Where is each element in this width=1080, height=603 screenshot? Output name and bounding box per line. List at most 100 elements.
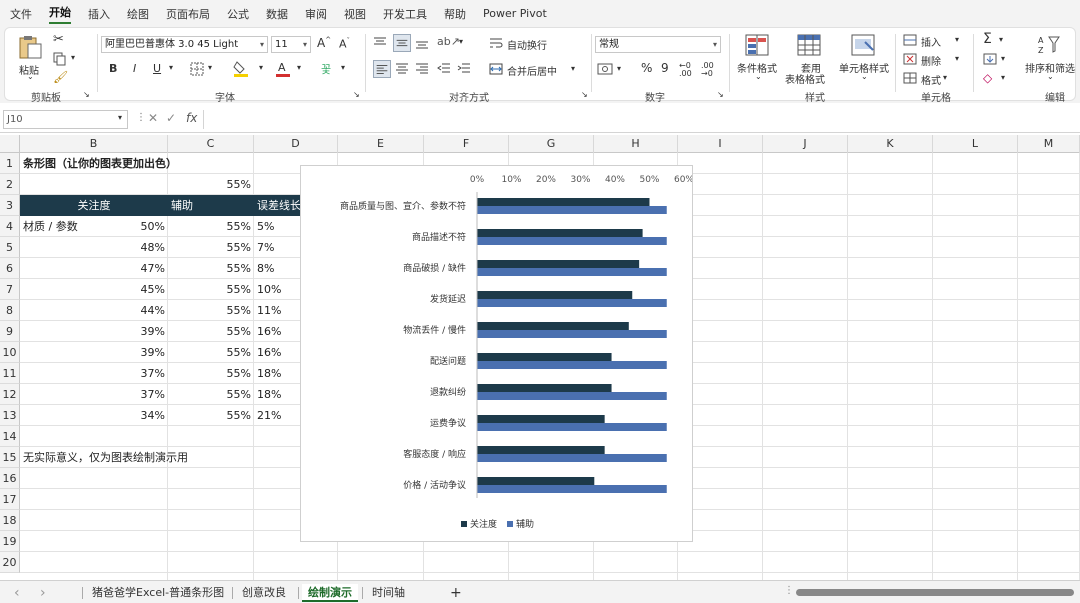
data-cell-d[interactable]: 11% <box>254 300 300 321</box>
column-header-H[interactable]: H <box>594 135 678 153</box>
data-cell-d[interactable]: 7% <box>254 237 300 258</box>
menu-tab-2[interactable]: 插入 <box>88 6 110 22</box>
data-cell-b[interactable]: 47% <box>20 258 168 279</box>
enter-icon[interactable]: ✓ <box>166 111 176 125</box>
menu-tab-11[interactable]: Power Pivot <box>483 7 547 20</box>
cell-c2[interactable]: 55% <box>168 174 254 195</box>
data-cell-c[interactable]: 55% <box>168 342 254 363</box>
column-header-M[interactable]: M <box>1018 135 1080 153</box>
sort-filter-dropdown-icon[interactable]: ⌄ <box>1047 72 1054 81</box>
row-header-11[interactable]: 11 <box>0 363 20 384</box>
clear-icon[interactable]: ◇ <box>983 71 992 85</box>
underline-button[interactable]: U <box>153 62 161 75</box>
phonetic-icon[interactable]: 꽃 <box>321 61 331 77</box>
merge-dropdown-icon[interactable]: ▾ <box>571 64 575 73</box>
cut-icon[interactable]: ✂ <box>53 32 64 47</box>
orientation-dropdown-icon[interactable]: ▾ <box>459 37 463 46</box>
note-cell[interactable]: 无实际意义，仅为图表绘制演示用 <box>20 447 300 468</box>
delete-dropdown-icon[interactable]: ▾ <box>955 54 959 63</box>
border-dropdown-icon[interactable]: ▾ <box>208 63 212 72</box>
column-header-D[interactable]: D <box>254 135 338 153</box>
font-size-select[interactable]: 11 ▾ <box>271 36 311 53</box>
data-cell-c[interactable]: 55% <box>168 405 254 426</box>
column-header-B[interactable]: B <box>20 135 168 153</box>
data-cell-c[interactable]: 55% <box>168 384 254 405</box>
prev-sheet-icon[interactable]: ‹ <box>8 584 26 602</box>
delete-cells-button[interactable]: 删除 <box>921 53 941 68</box>
copy-dropdown-icon[interactable]: ▾ <box>71 53 75 62</box>
delete-cells-icon[interactable] <box>903 53 917 65</box>
data-cell-d[interactable]: 8% <box>254 258 300 279</box>
header-cell-c[interactable]: 辅助 <box>168 195 254 216</box>
data-cell-c[interactable]: 55% <box>168 300 254 321</box>
data-cell-d[interactable]: 16% <box>254 321 300 342</box>
paste-dropdown-icon[interactable]: ⌄ <box>27 72 34 81</box>
cell-style-dropdown-icon[interactable]: ⌄ <box>861 72 868 81</box>
copy-icon[interactable] <box>53 52 67 66</box>
menu-tab-9[interactable]: 开发工具 <box>383 6 427 22</box>
data-cell-b[interactable]: 39% <box>20 321 168 342</box>
menu-tab-5[interactable]: 公式 <box>227 6 249 22</box>
fill-color-icon[interactable] <box>233 60 249 77</box>
insert-cells-icon[interactable] <box>903 34 917 46</box>
data-cell-b[interactable]: 48% <box>20 237 168 258</box>
data-cell-c[interactable]: 55% <box>168 363 254 384</box>
row-header-4[interactable]: 4 <box>0 216 20 237</box>
align-middle-icon[interactable] <box>393 34 411 52</box>
clipboard-launcher-icon[interactable]: ↘ <box>83 90 90 99</box>
row-header-18[interactable]: 18 <box>0 510 20 531</box>
sheet-tab-2[interactable]: 绘制演示 <box>302 584 358 602</box>
currency-dropdown-icon[interactable]: ▾ <box>617 64 621 73</box>
column-header-K[interactable]: K <box>848 135 933 153</box>
font-name-select[interactable]: 阿里巴巴普惠体 3.0 45 Light ▾ <box>101 36 268 53</box>
sheet-tab-0[interactable]: 猪爸爸学Excel-普通条形图 <box>86 584 230 602</box>
increase-decimal-icon[interactable]: ←0.00 <box>679 62 692 78</box>
row-header-1[interactable]: 1 <box>0 153 20 174</box>
table-format-line2[interactable]: 表格格式 <box>785 71 825 86</box>
data-cell-b[interactable]: 34% <box>20 405 168 426</box>
font-color-icon[interactable]: A <box>275 60 291 77</box>
data-cell-d[interactable]: 16% <box>254 342 300 363</box>
row-header-16[interactable]: 16 <box>0 468 20 489</box>
insert-function-button[interactable]: fx <box>186 111 197 125</box>
border-icon[interactable] <box>190 62 204 76</box>
sheet-options-icon[interactable]: ⋮ <box>784 585 794 596</box>
number-launcher-icon[interactable]: ↘ <box>717 90 724 99</box>
column-header-J[interactable]: J <box>763 135 848 153</box>
data-cell-c[interactable]: 55% <box>168 321 254 342</box>
underline-dropdown-icon[interactable]: ▾ <box>169 63 173 72</box>
fill-icon[interactable] <box>983 53 997 65</box>
format-painter-icon[interactable]: 🖌 <box>53 70 68 84</box>
fill-color-dropdown-icon[interactable]: ▾ <box>259 63 263 72</box>
row-header-5[interactable]: 5 <box>0 237 20 258</box>
data-cell-b[interactable]: 44% <box>20 300 168 321</box>
menu-tab-7[interactable]: 审阅 <box>305 6 327 22</box>
data-cell-d[interactable]: 5% <box>254 216 300 237</box>
align-bottom-icon[interactable] <box>415 36 429 50</box>
increase-indent-icon[interactable] <box>457 62 471 76</box>
row-header-10[interactable]: 10 <box>0 342 20 363</box>
row-header-20[interactable]: 20 <box>0 552 20 573</box>
row-header-13[interactable]: 13 <box>0 405 20 426</box>
format-cells-button[interactable]: 格式 <box>921 72 941 87</box>
sheet-tab-3[interactable]: 时间轴 <box>366 584 411 602</box>
menu-tab-8[interactable]: 视图 <box>344 6 366 22</box>
formula-input[interactable] <box>203 110 1078 129</box>
bar-chart[interactable]: 0% 10% 20% 30% 40% 50% 60% 商品质量与图、宣介、参数不符商品描述不符… <box>300 165 694 542</box>
column-header-L[interactable]: L <box>933 135 1018 153</box>
next-sheet-icon[interactable]: › <box>34 584 52 602</box>
menu-tab-0[interactable]: 文件 <box>10 6 32 22</box>
cancel-icon[interactable]: ✕ <box>148 111 158 125</box>
data-cell-b[interactable]: 37% <box>20 384 168 405</box>
wrap-text-button[interactable]: 自动换行 <box>507 37 547 52</box>
data-cell-c[interactable]: 55% <box>168 237 254 258</box>
row-header-19[interactable]: 19 <box>0 531 20 552</box>
data-cell-d[interactable]: 10% <box>254 279 300 300</box>
alignment-launcher-icon[interactable]: ↘ <box>581 90 588 99</box>
align-left-icon[interactable] <box>373 60 391 78</box>
decrease-decimal-icon[interactable]: .00 →0 <box>701 62 714 78</box>
conditional-format-icon[interactable] <box>745 34 769 56</box>
merge-center-button[interactable]: 合并后居中 <box>507 63 557 78</box>
currency-icon[interactable] <box>597 62 613 76</box>
data-cell-b[interactable]: 45% <box>20 279 168 300</box>
